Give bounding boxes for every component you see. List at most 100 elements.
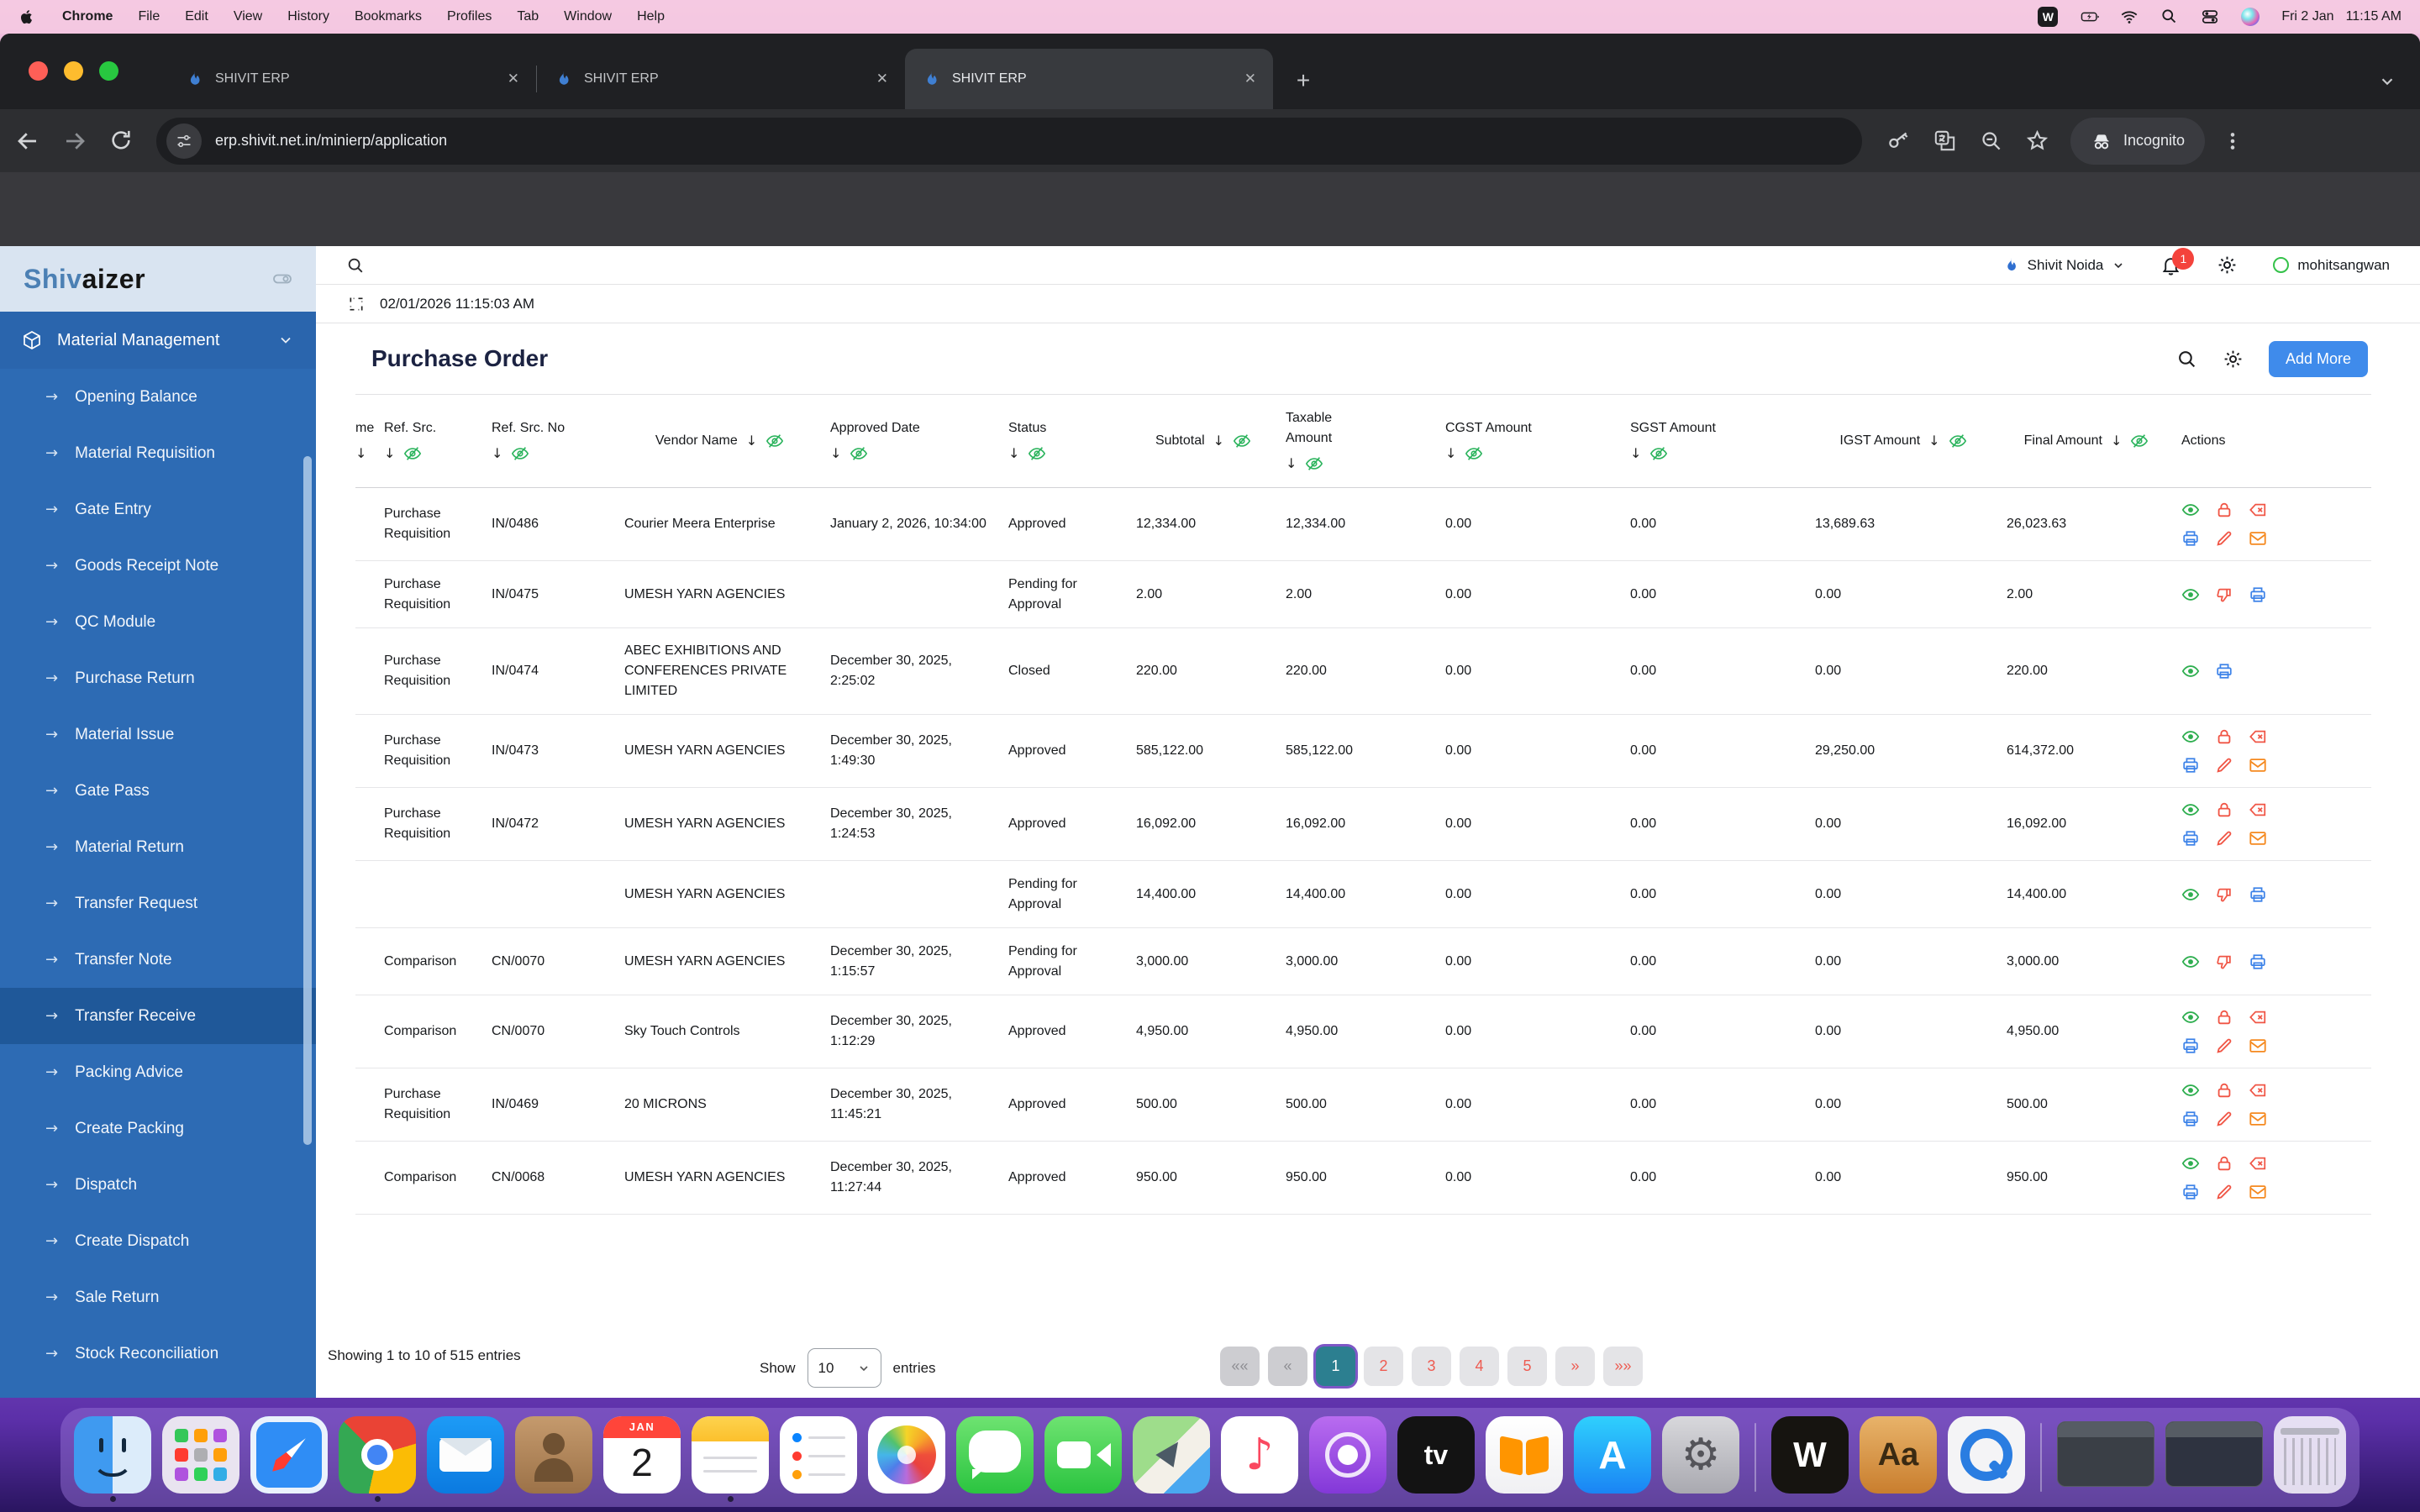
sidebar-item-dispatch[interactable]: → Dispatch <box>0 1157 316 1213</box>
zoom-window-button[interactable] <box>99 61 118 81</box>
mail-action-icon[interactable] <box>2249 1037 2267 1055</box>
page-button-1[interactable]: 1 <box>1316 1347 1355 1386</box>
menu-help[interactable]: Help <box>637 9 665 24</box>
thumb-down-action-icon[interactable] <box>2215 585 2233 604</box>
sidebar-item-goods-receipt-note[interactable]: → Goods Receipt Note <box>0 538 316 594</box>
facetime-icon[interactable] <box>1044 1416 1122 1494</box>
tab-search-icon[interactable] <box>2378 72 2396 91</box>
menu-bookmarks[interactable]: Bookmarks <box>355 9 422 24</box>
finder-icon[interactable] <box>74 1416 151 1494</box>
bookmark-star-icon[interactable] <box>2026 129 2049 152</box>
incognito-badge[interactable]: Incognito <box>2070 117 2206 165</box>
sort-icon[interactable]: ↓ <box>384 444 395 464</box>
sidebar-item-stock-reconciliation[interactable]: → Stock Reconciliation <box>0 1326 316 1382</box>
pencil-action-icon[interactable] <box>2215 1183 2233 1201</box>
dock-item-safari[interactable] <box>250 1416 328 1502</box>
browser-tab-1[interactable]: SHIVIT ERP ✕ <box>168 49 536 109</box>
mail-action-icon[interactable] <box>2249 756 2267 774</box>
printer-action-icon[interactable] <box>2249 585 2267 604</box>
sort-icon[interactable]: ↓ <box>1928 431 1939 451</box>
photos-icon[interactable] <box>868 1416 945 1494</box>
safari-icon[interactable] <box>250 1416 328 1494</box>
page-button-5[interactable]: 5 <box>1507 1347 1547 1386</box>
mail-icon[interactable] <box>427 1416 504 1494</box>
sort-icon[interactable]: ↓ <box>1286 454 1297 474</box>
close-tab-icon[interactable]: ✕ <box>508 71 519 87</box>
sidebar-item-transfer-receive[interactable]: → Transfer Receive <box>0 988 316 1044</box>
column-header-cgst-amount[interactable]: CGST Amount ↓ <box>1445 406 1630 476</box>
dock-item-finder[interactable] <box>74 1416 151 1502</box>
sort-icon[interactable]: ↓ <box>1008 444 1019 464</box>
column-header-me[interactable]: me ↓ <box>355 406 384 476</box>
browser-tab-2[interactable]: SHIVIT ERP ✕ <box>537 49 905 109</box>
dock-item-calendar[interactable]: JAN 2 <box>603 1416 681 1502</box>
printer-action-icon[interactable] <box>2215 662 2233 680</box>
menu-window[interactable]: Window <box>564 9 612 24</box>
add-more-button[interactable]: Add More <box>2268 340 2368 377</box>
dock-item-appstore[interactable]: A <box>1574 1416 1651 1502</box>
sidebar-toggle-icon[interactable] <box>272 269 292 289</box>
column-header-subtotal[interactable]: Subtotal ↓ <box>1136 418 1286 464</box>
sort-icon[interactable]: ↓ <box>830 444 841 464</box>
column-header-igst-amount[interactable]: IGST Amount ↓ <box>1815 418 2007 464</box>
siri-icon[interactable] <box>2241 8 2260 26</box>
dock-item-window-2[interactable] <box>2165 1421 2263 1502</box>
sidebar-item-opening-balance[interactable]: → Opening Balance <box>0 369 316 425</box>
minimize-window-button[interactable] <box>64 61 83 81</box>
cancel-action-icon[interactable] <box>2249 1081 2267 1100</box>
cancel-action-icon[interactable] <box>2249 727 2267 746</box>
column-header-vendor-name[interactable]: Vendor Name ↓ <box>624 418 830 464</box>
global-search-icon[interactable] <box>346 256 365 275</box>
messages-icon[interactable] <box>956 1416 1034 1494</box>
dock-item-notes[interactable] <box>692 1416 769 1502</box>
hide-column-icon[interactable] <box>1649 444 1668 463</box>
sort-icon[interactable]: ↓ <box>1213 431 1224 451</box>
company-selector[interactable]: Shivit Noida <box>2002 257 2126 274</box>
trash-icon[interactable] <box>2274 1416 2346 1494</box>
calendar-icon[interactable]: JAN 2 <box>603 1416 681 1494</box>
eye-action-icon[interactable] <box>2181 662 2200 680</box>
table-settings-icon[interactable] <box>2223 349 2244 370</box>
page-button-2[interactable]: 2 <box>1364 1347 1403 1386</box>
menu-file[interactable]: File <box>138 9 160 24</box>
dock-item-tv[interactable]: tv <box>1397 1416 1475 1502</box>
hide-column-icon[interactable] <box>1465 444 1483 463</box>
close-window-button[interactable] <box>29 61 48 81</box>
hide-column-icon[interactable] <box>1949 432 1967 450</box>
fullscreen-icon[interactable] <box>348 296 365 312</box>
printer-action-icon[interactable] <box>2249 885 2267 904</box>
pencil-action-icon[interactable] <box>2215 1037 2233 1055</box>
close-tab-icon[interactable]: ✕ <box>876 71 888 87</box>
eye-action-icon[interactable] <box>2181 501 2200 519</box>
eye-action-icon[interactable] <box>2181 1154 2200 1173</box>
column-header-actions[interactable]: Actions <box>2181 418 2371 464</box>
lock-action-icon[interactable] <box>2215 801 2233 819</box>
translate-icon[interactable] <box>1933 129 1956 152</box>
thumb-down-action-icon[interactable] <box>2215 885 2233 904</box>
sort-icon[interactable]: ↓ <box>1445 444 1456 464</box>
sidebar-item-create-packing[interactable]: → Create Packing <box>0 1100 316 1157</box>
module-header[interactable]: Material Management <box>0 312 316 369</box>
notes-icon[interactable] <box>692 1416 769 1494</box>
hide-column-icon[interactable] <box>1305 454 1323 473</box>
sort-icon[interactable]: ↓ <box>746 431 757 451</box>
eye-action-icon[interactable] <box>2181 885 2200 904</box>
dock-item-maps[interactable] <box>1133 1416 1210 1502</box>
control-center-icon[interactable] <box>2201 8 2219 26</box>
last-page-button[interactable]: »» <box>1603 1347 1643 1386</box>
eye-action-icon[interactable] <box>2181 1081 2200 1100</box>
lock-action-icon[interactable] <box>2215 727 2233 746</box>
dock-item-reminders[interactable] <box>780 1416 857 1502</box>
dock-item-music[interactable]: ♪ <box>1221 1416 1298 1502</box>
printer-action-icon[interactable] <box>2181 756 2200 774</box>
pencil-action-icon[interactable] <box>2215 756 2233 774</box>
dock-item-mail[interactable] <box>427 1416 504 1502</box>
hide-column-icon[interactable] <box>511 444 529 463</box>
dock-item-photos[interactable] <box>868 1416 945 1502</box>
hide-column-icon[interactable] <box>1233 432 1251 450</box>
spotlight-icon[interactable] <box>2160 8 2179 26</box>
dock-item-settings[interactable]: ⚙ <box>1662 1416 1739 1502</box>
mail-action-icon[interactable] <box>2249 529 2267 548</box>
lock-action-icon[interactable] <box>2215 501 2233 519</box>
site-settings-icon[interactable] <box>166 123 202 159</box>
